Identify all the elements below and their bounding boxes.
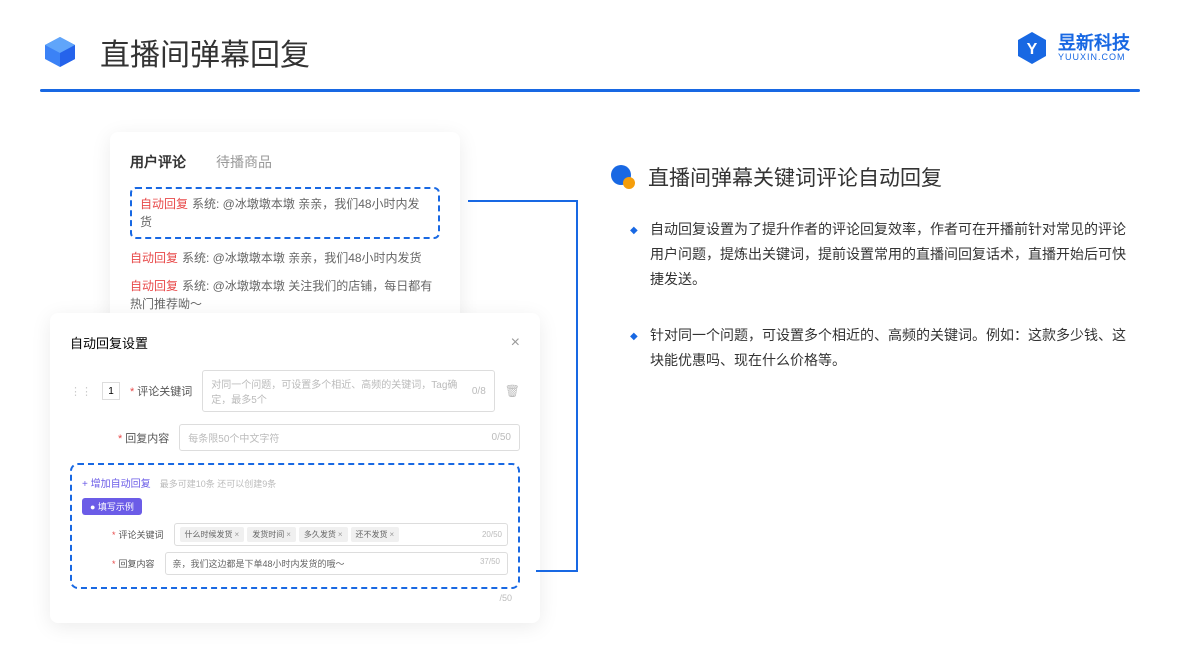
- settings-card: 自动回复设置 × ⋮⋮ 1 *评论关键词 对同一个问题，可设置多个相近、高频的关…: [50, 313, 540, 623]
- ex-keyword-label: *评论关键词: [112, 528, 164, 541]
- example-section-highlighted: + 增加自动回复 最多可建10条 还可以创建9条 ● 填写示例 *评论关键词 什…: [70, 463, 520, 589]
- content-label: *回复内容: [118, 430, 169, 446]
- comments-card: 用户评论 待播商品 自动回复系统: @冰墩墩本墩 亲亲，我们48小时内发货 自动…: [110, 132, 460, 343]
- brand-name: 昱新科技: [1058, 34, 1130, 52]
- tag-item[interactable]: 还不发货: [351, 527, 400, 542]
- comment-row: 自动回复系统: @冰墩墩本墩 亲亲，我们48小时内发货: [130, 249, 440, 267]
- ex-keyword-input[interactable]: 什么时候发货 发货时间 多久发货 还不发货 20/50: [174, 523, 508, 546]
- comment-row: 自动回复系统: @冰墩墩本墩 关注我们的店铺，每日都有热门推荐呦～: [130, 277, 440, 313]
- outer-count: /50: [70, 593, 520, 603]
- svg-text:Y: Y: [1027, 41, 1038, 58]
- drag-handle-icon[interactable]: ⋮⋮: [70, 385, 92, 398]
- ex-content-label: *回复内容: [112, 557, 155, 570]
- bullet-item: 针对同一个问题，可设置多个相近的、高频的关键词。例如：这款多少钱、这块能优惠吗、…: [630, 323, 1130, 373]
- add-reply-link[interactable]: + 增加自动回复: [82, 475, 151, 490]
- keyword-label: *评论关键词: [130, 383, 192, 399]
- keyword-input[interactable]: 对同一个问题，可设置多个相近、高频的关键词，Tag确定，最多5个 0/8: [202, 370, 494, 412]
- ex-content-input[interactable]: 亲，我们这边都是下单48小时内发货的哦～ 37/50: [165, 552, 508, 575]
- delete-icon[interactable]: 🗑: [505, 384, 520, 398]
- row-number: 1: [102, 382, 120, 400]
- connector-line: [576, 200, 578, 570]
- auto-reply-tag: 自动回复: [140, 197, 188, 211]
- chat-bubble-icon: [610, 164, 636, 190]
- page-title: 直播间弹幕回复: [100, 30, 310, 74]
- tag-item[interactable]: 什么时候发货: [180, 527, 245, 542]
- tag-item[interactable]: 多久发货: [299, 527, 348, 542]
- brand-logo: Y 昱新科技 YUUXIN.COM: [1014, 30, 1130, 66]
- tab-pending-products[interactable]: 待播商品: [216, 152, 272, 172]
- close-icon[interactable]: ×: [511, 334, 520, 352]
- cube-icon: [40, 32, 80, 72]
- section-title: 直播间弹幕关键词评论自动回复: [648, 162, 942, 192]
- tab-user-comments[interactable]: 用户评论: [130, 152, 186, 172]
- brand-url: YUUXIN.COM: [1058, 52, 1130, 62]
- tag-item[interactable]: 发货时间: [247, 527, 296, 542]
- content-input[interactable]: 每条限50个中文字符 0/50: [179, 424, 520, 451]
- auto-reply-tag: 自动回复: [130, 279, 178, 293]
- add-hint: 最多可建10条 还可以创建9条: [160, 479, 277, 489]
- settings-title: 自动回复设置: [70, 333, 148, 352]
- auto-reply-tag: 自动回复: [130, 251, 178, 265]
- connector-line: [536, 570, 578, 572]
- connector-line: [468, 200, 578, 202]
- example-badge: ● 填写示例: [82, 498, 142, 515]
- comment-row-highlighted: 自动回复系统: @冰墩墩本墩 亲亲，我们48小时内发货: [130, 187, 440, 239]
- bullet-item: 自动回复设置为了提升作者的评论回复效率，作者可在开播前针对常见的评论用户问题，提…: [630, 217, 1130, 293]
